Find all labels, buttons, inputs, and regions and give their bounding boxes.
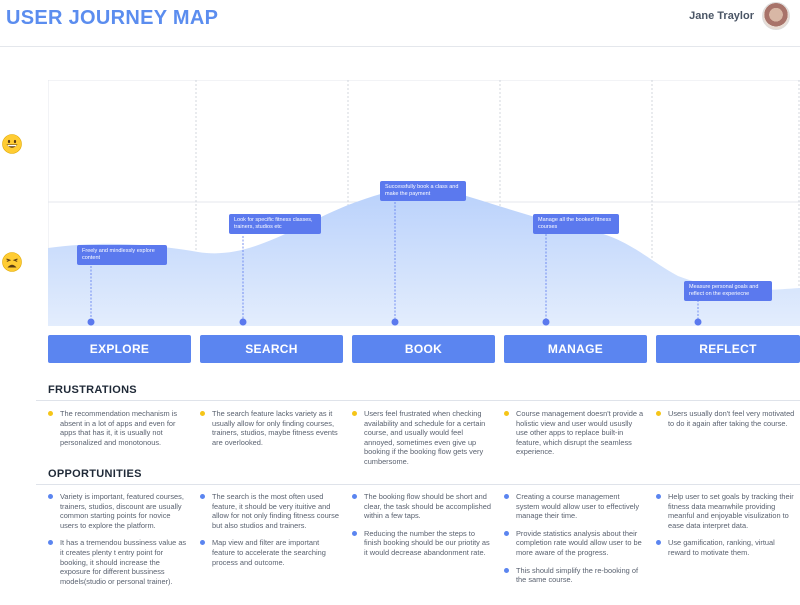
opportunity-item: Creating a course management system woul… <box>504 492 644 521</box>
bullet-icon <box>200 540 205 546</box>
stage-point-book <box>391 318 399 326</box>
opportunity-item: Map view and filter are important featur… <box>200 538 340 567</box>
frustration-item: The search feature lacks variety as it u… <box>200 409 340 447</box>
stage-row: EXPLORE SEARCH BOOK MANAGE REFLECT <box>48 335 800 365</box>
frustration-column-reflect: Users usually don't feel very motivated … <box>656 409 796 436</box>
stage-point-search <box>239 318 247 326</box>
avatar[interactable] <box>762 2 790 30</box>
bullet-icon <box>48 494 53 499</box>
bullet-icon <box>656 540 661 546</box>
stage-explore-button[interactable]: EXPLORE <box>48 335 191 363</box>
opportunity-item: This should simplify the re-booking of t… <box>504 566 644 585</box>
callout-reflect: Measure personal goals and reflect on th… <box>684 281 772 301</box>
bullet-icon <box>504 567 509 573</box>
opportunity-column-manage: Creating a course management system woul… <box>504 492 644 593</box>
bullet-icon <box>504 494 509 499</box>
frustration-column-manage: Course management doesn't provide a holi… <box>504 409 644 465</box>
frustration-column-search: The search feature lacks variety as it u… <box>200 409 340 455</box>
bullet-icon <box>504 530 509 536</box>
opportunity-item: It has a tremendou bussiness value as it… <box>48 538 188 586</box>
bullet-icon <box>48 411 53 416</box>
callout-book: Successfully book a class and make the p… <box>380 181 466 201</box>
opportunities-divider <box>36 484 800 485</box>
stage-point-manage <box>542 318 550 326</box>
bullet-icon <box>656 494 661 499</box>
bullet-icon <box>352 530 357 536</box>
stage-reflect-button[interactable]: REFLECT <box>656 335 800 363</box>
bullet-icon <box>352 411 357 416</box>
opportunities-heading: OPPORTUNITIES <box>48 468 142 480</box>
frustration-column-book: Users feel frustrated when checking avai… <box>352 409 492 475</box>
frustration-item: Users feel frustrated when checking avai… <box>352 409 492 467</box>
bullet-icon <box>352 494 357 499</box>
stage-manage-button[interactable]: MANAGE <box>504 335 647 363</box>
opportunity-item: Provide statistics analysis about their … <box>504 529 644 558</box>
opportunity-column-search: The search is the most often used featur… <box>200 492 340 575</box>
bullet-icon <box>200 411 205 416</box>
header: USER JOURNEY MAP Jane Traylor <box>0 0 800 48</box>
opportunity-column-explore: Variety is important, featured courses, … <box>48 492 188 594</box>
frustration-item: Course management doesn't provide a holi… <box>504 409 644 457</box>
opportunity-item: Variety is important, featured courses, … <box>48 492 188 530</box>
bullet-icon <box>200 494 205 499</box>
callout-explore: Freely and mindlessly explore content <box>77 245 167 265</box>
stage-book-button[interactable]: BOOK <box>352 335 495 363</box>
stage-point-explore <box>87 318 95 326</box>
callout-manage: Manage all the booked fitness courses <box>533 214 619 234</box>
grinning-face-icon <box>2 134 22 154</box>
weary-face-icon <box>2 252 22 272</box>
bullet-icon <box>48 540 53 546</box>
opportunity-item: Help user to set goals by tracking their… <box>656 492 796 530</box>
frustration-item: Users usually don't feel very motivated … <box>656 409 796 428</box>
bullet-icon <box>656 411 661 416</box>
journey-curve-area: Freely and mindlessly explore content Lo… <box>48 80 800 326</box>
opportunity-column-book: The booking flow should be short and cle… <box>352 492 492 566</box>
frustration-column-explore: The recommendation mechanism is absent i… <box>48 409 188 455</box>
frustration-item: The recommendation mechanism is absent i… <box>48 409 188 447</box>
frustrations-heading: FRUSTRATIONS <box>48 384 137 396</box>
opportunity-column-reflect: Help user to set goals by tracking their… <box>656 492 796 566</box>
stage-point-reflect <box>694 318 702 326</box>
opportunity-item: Use gamification, ranking, virtual rewar… <box>656 538 796 557</box>
stage-search-button[interactable]: SEARCH <box>200 335 343 363</box>
user-name[interactable]: Jane Traylor <box>689 10 754 22</box>
page-title: USER JOURNEY MAP <box>6 7 219 29</box>
callout-search: Look for specific fitness classes, train… <box>229 214 321 234</box>
header-divider <box>0 46 800 47</box>
opportunity-item: Reducing the number the steps to finish … <box>352 529 492 558</box>
frustrations-divider <box>36 400 800 401</box>
bullet-icon <box>504 411 509 416</box>
opportunity-item: The booking flow should be short and cle… <box>352 492 492 521</box>
opportunity-item: The search is the most often used featur… <box>200 492 340 530</box>
